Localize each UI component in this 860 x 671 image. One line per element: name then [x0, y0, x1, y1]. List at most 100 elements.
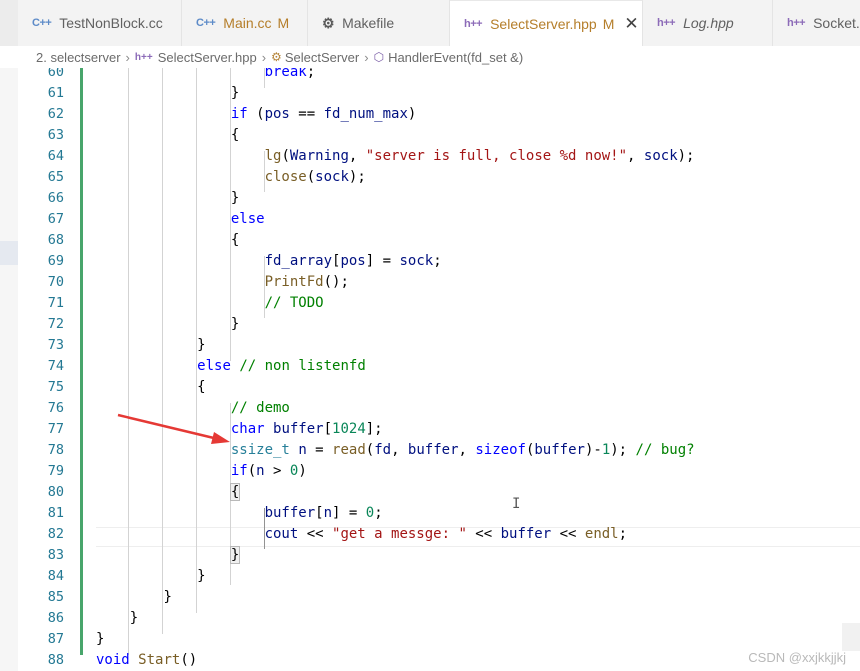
breadcrumb-method[interactable]: HandlerEvent(fd_set &): [388, 50, 523, 65]
modified-indicator: M: [277, 15, 290, 31]
code-token: lg: [264, 148, 282, 164]
activity-strip: [0, 0, 18, 46]
hpp-file-icon: h++: [464, 17, 483, 30]
line-number: 80: [47, 484, 64, 500]
breadcrumb-file[interactable]: SelectServer.hpp: [158, 50, 257, 65]
text-cursor-icon: I: [512, 496, 521, 512]
chevron-right-icon: ›: [261, 49, 267, 65]
code-line[interactable]: }: [96, 83, 239, 104]
line-number: 67: [47, 211, 64, 227]
code-line[interactable]: }: [96, 629, 104, 650]
code-line[interactable]: break;: [96, 68, 316, 83]
code-line[interactable]: close(sock);: [96, 167, 366, 188]
code-line[interactable]: {: [96, 482, 241, 503]
code-token: endl: [584, 526, 619, 542]
code-line[interactable]: }: [96, 587, 172, 608]
code-line[interactable]: else // non listenfd: [96, 356, 366, 377]
code-line[interactable]: if (pos == fd_num_max): [96, 104, 416, 125]
code-token: ): [298, 463, 307, 479]
code-token: <<: [298, 526, 333, 542]
close-icon[interactable]: ✕: [624, 14, 638, 34]
class-symbol-icon: ⚙: [271, 50, 282, 64]
code-token: (: [247, 106, 265, 122]
side-panel-selection: [0, 241, 18, 265]
code-line[interactable]: fd_array[pos] = sock;: [96, 251, 442, 272]
code-line[interactable]: }: [96, 566, 205, 587]
code-token: buffer: [534, 442, 585, 458]
code-token: }: [163, 589, 172, 605]
tab-socket[interactable]: h++ Socket.hpp: [773, 0, 860, 46]
code-token: ();: [323, 274, 349, 290]
code-token: );: [610, 442, 636, 458]
code-token: ): [407, 106, 417, 122]
code-token: sock: [315, 169, 349, 185]
code-area[interactable]: break; } if (pos == fd_num_max) { lg(War…: [96, 68, 860, 671]
line-number-gutter: 60 61 62 63 64 65 66 67 68 69 70 71 72 73 74 75 76 77 78 79…: [18, 68, 74, 671]
code-line[interactable]: PrintFd();: [96, 272, 349, 293]
code-line[interactable]: {: [96, 125, 239, 146]
code-line[interactable]: }: [96, 608, 138, 629]
code-token: read: [332, 442, 366, 458]
code-token: ;: [618, 526, 628, 542]
code-token: break: [264, 68, 307, 80]
code-token: n: [256, 463, 265, 479]
breadcrumb-folder[interactable]: 2. selectserver: [36, 50, 121, 65]
line-number: 81: [47, 505, 64, 521]
tab-main[interactable]: C++ Main.cc M: [182, 0, 308, 46]
code-line[interactable]: // TODO: [96, 293, 324, 314]
code-line[interactable]: if(n > 0): [96, 461, 307, 482]
side-panel-edge: [0, 68, 18, 671]
code-line[interactable]: }: [96, 314, 239, 335]
code-line[interactable]: buffer[n] = 0;: [96, 503, 383, 524]
code-line[interactable]: }: [96, 545, 241, 566]
code-token: // demo: [230, 400, 290, 416]
breadcrumb: 2. selectserver › h++ SelectServer.hpp ›…: [0, 46, 860, 68]
tab-testnonblock[interactable]: C++ TestNonBlock.cc: [18, 0, 182, 46]
line-number: 76: [47, 400, 64, 416]
breadcrumb-class[interactable]: SelectServer: [285, 50, 359, 65]
code-token: <<: [466, 526, 501, 542]
line-number: 65: [47, 169, 64, 185]
makefile-icon: ⚙: [322, 14, 335, 31]
chevron-right-icon: ›: [125, 49, 130, 65]
line-number: 75: [47, 379, 64, 395]
tab-label: TestNonBlock.cc: [59, 15, 163, 31]
line-number: 66: [47, 190, 64, 206]
code-token: close: [264, 169, 307, 185]
bracket-match: {: [229, 483, 241, 501]
code-token: "get a messge: ": [332, 526, 467, 542]
code-token: {: [230, 232, 240, 248]
line-number: 82: [47, 526, 64, 542]
code-token: PrintFd: [264, 274, 324, 290]
code-line[interactable]: {: [96, 377, 205, 398]
minimap-edge: [842, 623, 860, 651]
tab-makefile[interactable]: ⚙ Makefile: [308, 0, 450, 46]
code-token: // non listenfd: [239, 358, 366, 374]
code-line[interactable]: {: [96, 230, 239, 251]
code-line[interactable]: else: [96, 209, 265, 230]
code-token: fd_num_max: [323, 106, 408, 122]
tab-selectserver[interactable]: h++ SelectServer.hpp M ✕: [450, 0, 643, 46]
line-number: 62: [47, 106, 64, 122]
code-token: // bug?: [635, 442, 695, 458]
code-line[interactable]: cout << "get a messge: " << buffer << en…: [96, 524, 627, 545]
code-token: buffer: [500, 526, 552, 542]
code-editor[interactable]: 60 61 62 63 64 65 66 67 68 69 70 71 72 73 74 75 76 77 78 79…: [0, 68, 860, 671]
code-line[interactable]: }: [96, 188, 239, 209]
code-line[interactable]: }: [96, 335, 205, 356]
code-token: if: [230, 463, 248, 479]
code-line[interactable]: lg(Warning, "server is full, close %d no…: [96, 146, 695, 167]
tab-log[interactable]: h++ Log.hpp: [643, 0, 773, 46]
code-line[interactable]: void Start(): [96, 650, 197, 671]
code-token: pos: [264, 106, 290, 122]
code-token: {: [230, 127, 240, 143]
chevron-right-icon: ›: [364, 49, 369, 65]
